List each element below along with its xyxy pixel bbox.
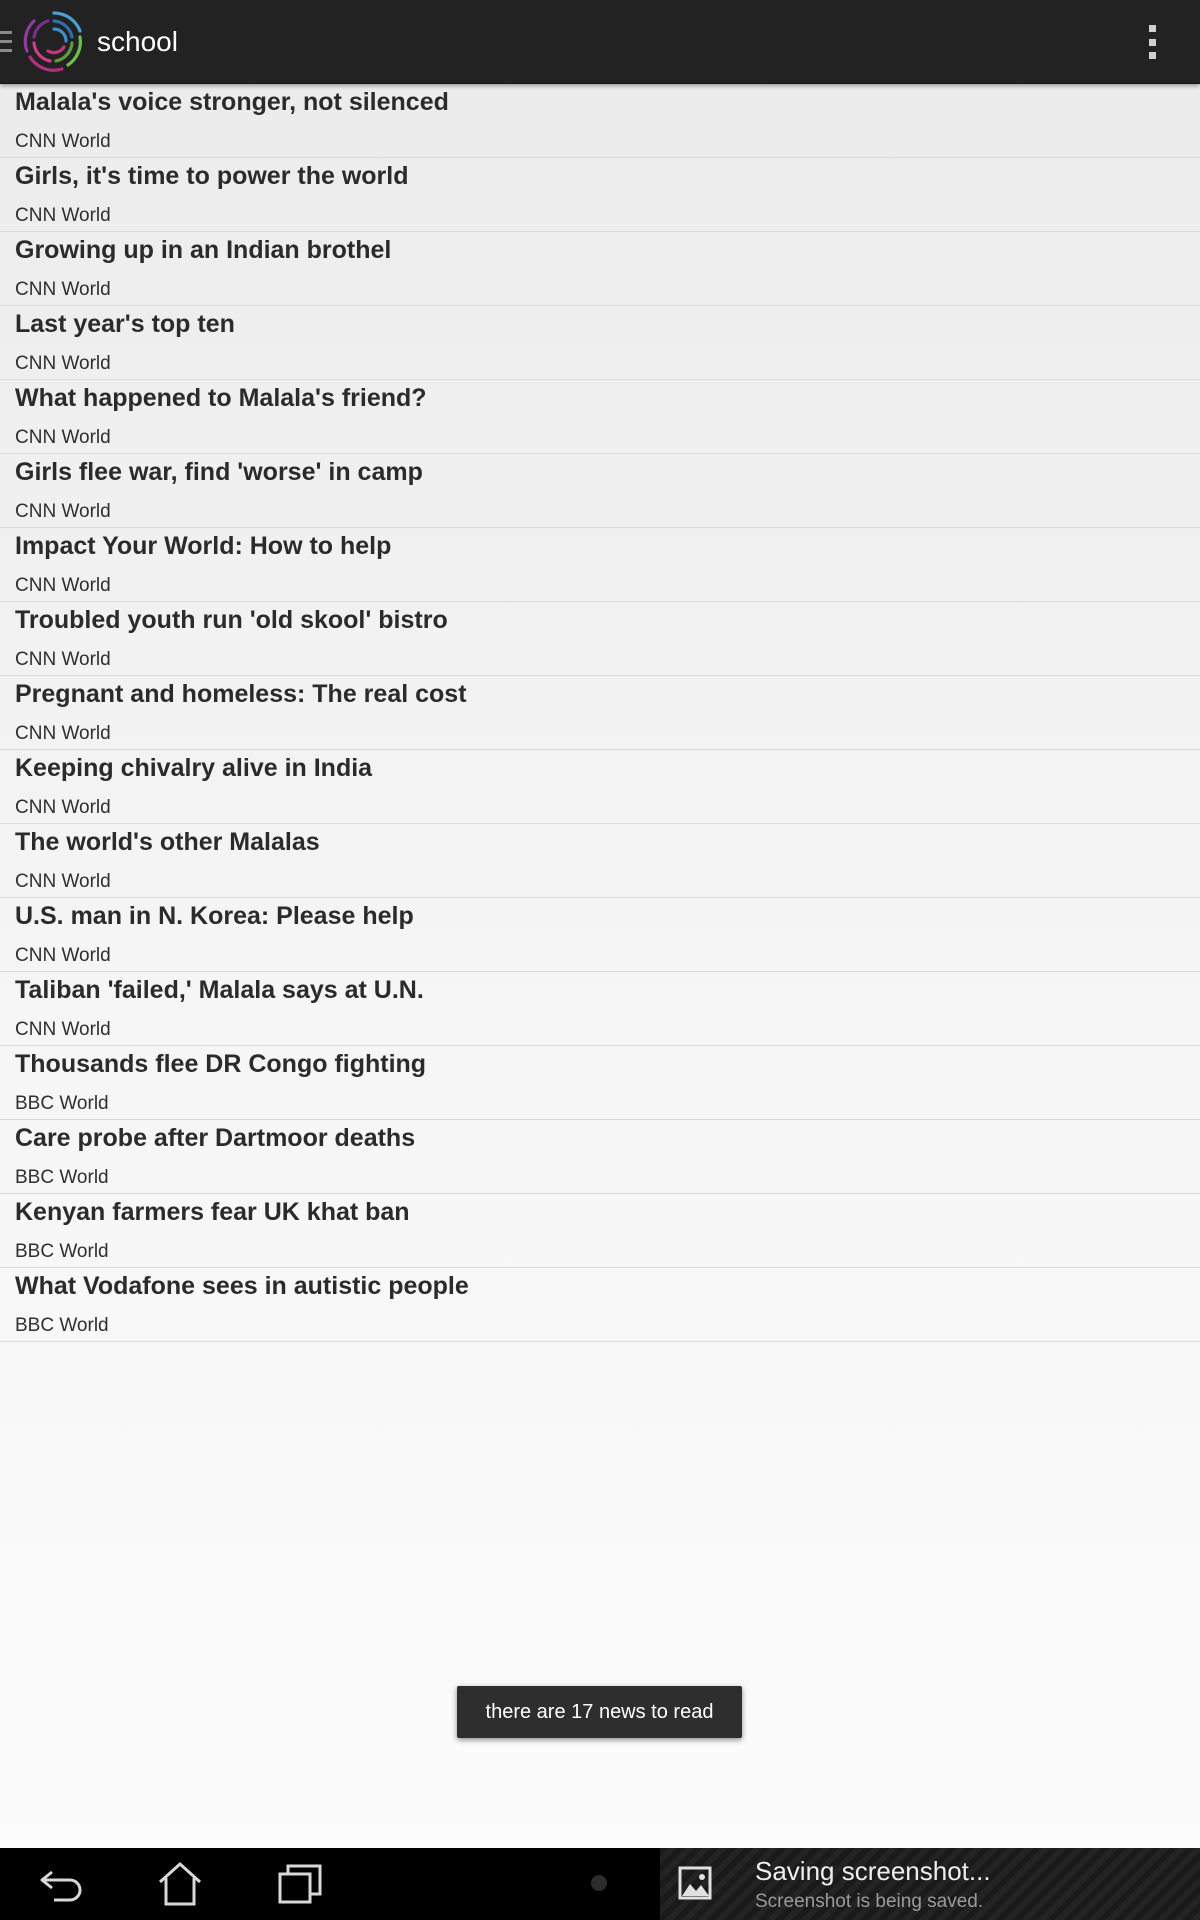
news-title: Malala's voice stronger, not silenced: [15, 88, 449, 116]
news-title: U.S. man in N. Korea: Please help: [15, 902, 414, 930]
overflow-menu-icon[interactable]: [1138, 20, 1166, 64]
news-source: CNN World: [15, 797, 111, 818]
list-item[interactable]: U.S. man in N. Korea: Please help CNN Wo…: [0, 898, 1200, 972]
app-logo-swirl-icon[interactable]: [20, 7, 88, 75]
screenshot-notification[interactable]: Saving screenshot... Screenshot is being…: [660, 1848, 1200, 1920]
list-item[interactable]: Care probe after Dartmoor deaths BBC Wor…: [0, 1120, 1200, 1194]
back-icon[interactable]: [34, 1860, 90, 1908]
news-title: What Vodafone sees in autistic people: [15, 1272, 469, 1300]
news-source: CNN World: [15, 131, 111, 152]
list-item[interactable]: Malala's voice stronger, not silenced CN…: [0, 84, 1200, 158]
news-source: CNN World: [15, 205, 111, 226]
news-title: Troubled youth run 'old skool' bistro: [15, 606, 448, 634]
list-item[interactable]: Last year's top ten CNN World: [0, 306, 1200, 380]
news-title: Pregnant and homeless: The real cost: [15, 680, 467, 708]
list-item[interactable]: Thousands flee DR Congo fighting BBC Wor…: [0, 1046, 1200, 1120]
recent-apps-icon[interactable]: [272, 1860, 328, 1908]
news-source: CNN World: [15, 501, 111, 522]
list-item[interactable]: Girls flee war, find 'worse' in camp CNN…: [0, 454, 1200, 528]
news-title: Kenyan farmers fear UK khat ban: [15, 1198, 410, 1226]
news-source: CNN World: [15, 723, 111, 744]
list-item[interactable]: Taliban 'failed,' Malala says at U.N. CN…: [0, 972, 1200, 1046]
app-title: school: [97, 26, 178, 57]
news-source: CNN World: [15, 279, 111, 300]
news-source: CNN World: [15, 1019, 111, 1040]
list-item[interactable]: What happened to Malala's friend? CNN Wo…: [0, 380, 1200, 454]
news-source: CNN World: [15, 649, 111, 670]
news-source: CNN World: [15, 871, 111, 892]
list-item[interactable]: The world's other Malalas CNN World: [0, 824, 1200, 898]
news-source: BBC World: [15, 1093, 109, 1114]
news-title: Last year's top ten: [15, 310, 235, 338]
image-icon: [678, 1866, 712, 1900]
news-source: BBC World: [15, 1315, 109, 1336]
list-item[interactable]: Troubled youth run 'old skool' bistro CN…: [0, 602, 1200, 676]
news-title: Keeping chivalry alive in India: [15, 754, 373, 782]
news-source: CNN World: [15, 945, 111, 966]
news-title: Thousands flee DR Congo fighting: [15, 1050, 427, 1078]
news-source: CNN World: [15, 575, 111, 596]
list-item[interactable]: Kenyan farmers fear UK khat ban BBC Worl…: [0, 1194, 1200, 1268]
news-title: Care probe after Dartmoor deaths: [15, 1124, 416, 1152]
status-dot-icon: [591, 1875, 607, 1891]
list-item[interactable]: Girls, it's time to power the world CNN …: [0, 158, 1200, 232]
action-bar: school: [0, 0, 1200, 84]
news-source: BBC World: [15, 1167, 109, 1188]
news-title: Taliban 'failed,' Malala says at U.N.: [15, 976, 424, 1004]
news-source: CNN World: [15, 353, 111, 374]
news-title: Growing up in an Indian brothel: [15, 236, 392, 264]
list-item[interactable]: Impact Your World: How to help CNN World: [0, 528, 1200, 602]
news-source: CNN World: [15, 427, 111, 448]
notification-title: Saving screenshot...: [755, 1856, 991, 1886]
drawer-indicator-icon[interactable]: [0, 31, 12, 53]
list-item[interactable]: Keeping chivalry alive in India CNN Worl…: [0, 750, 1200, 824]
system-nav-bar: Saving screenshot... Screenshot is being…: [0, 1848, 1200, 1920]
list-item[interactable]: What Vodafone sees in autistic people BB…: [0, 1268, 1200, 1342]
news-title: Girls flee war, find 'worse' in camp: [15, 458, 423, 486]
toast-message: there are 17 news to read: [457, 1686, 742, 1738]
news-title: Impact Your World: How to help: [15, 532, 392, 560]
news-title: The world's other Malalas: [15, 828, 320, 856]
notification-subtitle: Screenshot is being saved.: [755, 1891, 984, 1912]
news-title: What happened to Malala's friend?: [15, 384, 427, 412]
news-list: Malala's voice stronger, not silenced CN…: [0, 84, 1200, 1342]
news-title: Girls, it's time to power the world: [15, 162, 409, 190]
list-item[interactable]: Pregnant and homeless: The real cost CNN…: [0, 676, 1200, 750]
list-item[interactable]: Growing up in an Indian brothel CNN Worl…: [0, 232, 1200, 306]
home-icon[interactable]: [152, 1860, 208, 1908]
news-source: BBC World: [15, 1241, 109, 1262]
